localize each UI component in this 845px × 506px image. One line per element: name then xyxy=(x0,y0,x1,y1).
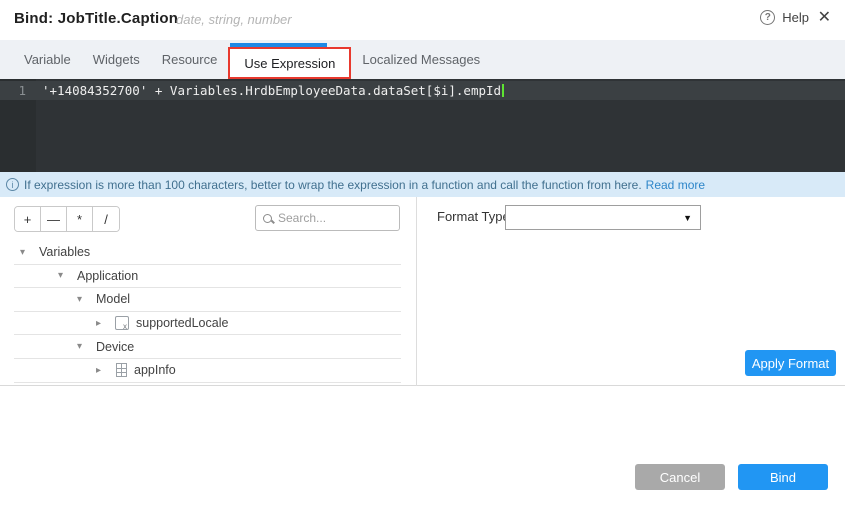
editor-current-line: 1 '+14084352700' + Variables.HrdbEmploye… xyxy=(0,81,845,100)
tab-variable[interactable]: Variable xyxy=(13,40,82,79)
apply-format-button[interactable]: Apply Format xyxy=(745,350,836,376)
format-type-dropdown[interactable]: ▼ xyxy=(505,205,701,230)
search-icon xyxy=(263,214,272,223)
variables-tree: ▾ Variables ▾ Application ▾ Model ▸ x su… xyxy=(0,241,417,383)
info-bar: i If expression is more than 100 charact… xyxy=(0,172,845,197)
help-label: Help xyxy=(782,10,809,25)
dialog-footer: Cancel Bind xyxy=(635,464,828,490)
tree-item-device[interactable]: ▾ Device xyxy=(14,335,401,359)
chevron-down-icon[interactable]: ▾ xyxy=(77,341,89,352)
tree-item-label: appInfo xyxy=(134,363,176,377)
chevron-right-icon[interactable]: ▸ xyxy=(96,365,108,376)
format-type-label: Format Type xyxy=(437,209,510,224)
format-panel: Format Type ▼ Apply Format xyxy=(418,197,845,386)
help-button[interactable]: ? Help xyxy=(760,10,809,25)
cancel-button[interactable]: Cancel xyxy=(635,464,725,490)
tree-item-variables[interactable]: ▾ Variables xyxy=(14,241,401,265)
operator-button-group: + — * / xyxy=(14,206,120,232)
tab-bar: Variable Widgets Resource Use Expression… xyxy=(0,40,845,79)
tree-item-label: supportedLocale xyxy=(136,316,228,330)
active-tab-indicator xyxy=(230,43,327,47)
tree-item-model[interactable]: ▾ Model xyxy=(14,288,401,312)
tree-item-label: Model xyxy=(96,292,130,306)
plus-operator-button[interactable]: + xyxy=(15,207,41,231)
tab-use-expression-label: Use Expression xyxy=(244,56,335,71)
dialog-subtitle: date, string, number xyxy=(176,12,292,27)
tree-item-appinfo[interactable]: ▸ appInfo xyxy=(14,359,401,383)
array-variable-icon: x xyxy=(115,316,129,330)
search-box[interactable] xyxy=(255,205,400,231)
variables-panel: + — * / ▾ Variables ▾ Application xyxy=(0,197,417,386)
close-icon[interactable]: ✕ xyxy=(818,9,831,27)
help-icon: ? xyxy=(760,10,775,25)
main-area: + — * / ▾ Variables ▾ Application xyxy=(0,197,845,386)
tab-widgets[interactable]: Widgets xyxy=(82,40,151,79)
dropdown-arrow-icon: ▼ xyxy=(683,213,692,223)
tab-localized-messages[interactable]: Localized Messages xyxy=(351,40,491,79)
multiply-operator-button[interactable]: * xyxy=(67,207,93,231)
dialog-header: Bind: JobTitle.Caption date, string, num… xyxy=(0,0,845,36)
tree-item-label: Device xyxy=(96,340,134,354)
divide-operator-button[interactable]: / xyxy=(93,207,119,231)
read-more-link[interactable]: Read more xyxy=(646,178,705,192)
chevron-down-icon[interactable]: ▾ xyxy=(58,270,70,281)
object-variable-icon xyxy=(116,363,127,377)
search-input[interactable] xyxy=(278,211,388,225)
dialog-title: Bind: JobTitle.Caption xyxy=(14,10,178,27)
chevron-right-icon[interactable]: ▸ xyxy=(96,318,108,329)
info-text: If expression is more than 100 character… xyxy=(24,178,642,192)
info-icon: i xyxy=(6,178,19,191)
tree-item-application[interactable]: ▾ Application xyxy=(14,265,401,289)
tab-use-expression[interactable]: Use Expression xyxy=(228,47,351,79)
chevron-down-icon[interactable]: ▾ xyxy=(20,247,32,258)
expression-editor[interactable]: 1 '+14084352700' + Variables.HrdbEmploye… xyxy=(0,79,845,172)
text-cursor xyxy=(502,84,504,97)
expression-code: '+14084352700' + Variables.HrdbEmployeeD… xyxy=(36,83,501,98)
bind-button[interactable]: Bind xyxy=(738,464,828,490)
tree-item-label: Application xyxy=(77,269,138,283)
chevron-down-icon[interactable]: ▾ xyxy=(77,294,89,305)
tab-resource[interactable]: Resource xyxy=(151,40,229,79)
tree-item-supportedlocale[interactable]: ▸ x supportedLocale xyxy=(14,312,401,336)
line-number: 1 xyxy=(0,83,36,98)
bind-dialog: Bind: JobTitle.Caption date, string, num… xyxy=(0,0,845,506)
tree-item-label: Variables xyxy=(39,245,90,259)
minus-operator-button[interactable]: — xyxy=(41,207,67,231)
